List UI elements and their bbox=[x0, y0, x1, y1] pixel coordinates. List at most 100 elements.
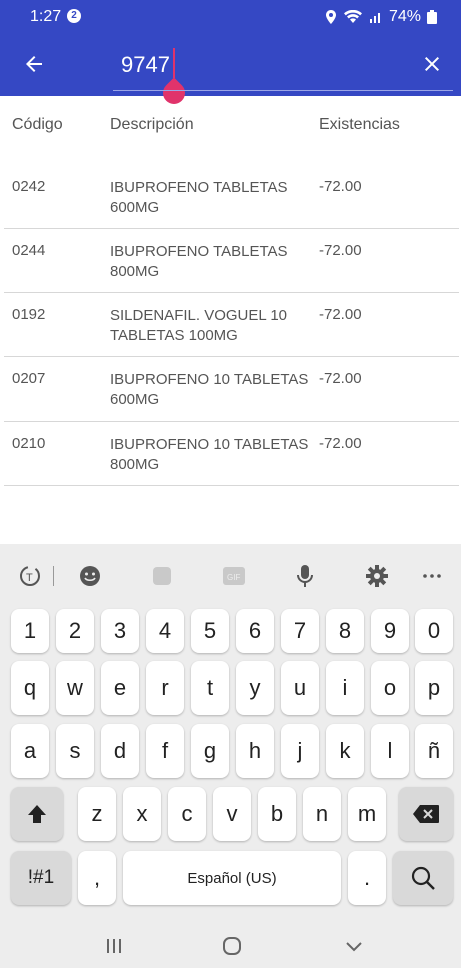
clear-search-button[interactable] bbox=[418, 50, 446, 78]
system-nav-bar bbox=[0, 924, 461, 968]
row-description: SILDENAFIL. VOGUEL 10 TABLETAS 100MG bbox=[110, 307, 288, 344]
comma-key[interactable]: , bbox=[78, 851, 116, 905]
key-f[interactable]: f bbox=[146, 724, 184, 778]
translate-icon[interactable]: T bbox=[16, 562, 44, 590]
text-cursor bbox=[173, 48, 175, 78]
row-description: IBUPROFENO TABLETAS 600MG bbox=[110, 179, 288, 216]
header-description: Descripción bbox=[110, 116, 194, 133]
back-button[interactable] bbox=[20, 50, 48, 78]
key-2[interactable]: 2 bbox=[56, 609, 94, 653]
key-1[interactable]: 1 bbox=[11, 609, 49, 653]
key-p[interactable]: p bbox=[415, 661, 453, 715]
shift-key[interactable] bbox=[11, 787, 63, 841]
key-m[interactable]: m bbox=[348, 787, 386, 841]
key-l[interactable]: l bbox=[371, 724, 409, 778]
close-icon bbox=[425, 57, 439, 71]
battery-icon bbox=[427, 10, 437, 24]
row-description: IBUPROFENO 10 TABLETAS 800MG bbox=[110, 436, 309, 473]
row-description: IBUPROFENO TABLETAS 800MG bbox=[110, 243, 288, 280]
table-row[interactable]: 0244 IBUPROFENO TABLETAS 800MG -72.00 bbox=[4, 228, 459, 293]
microphone-icon[interactable] bbox=[291, 562, 319, 590]
row-code: 0210 bbox=[12, 435, 46, 452]
svg-text:GIF: GIF bbox=[227, 573, 240, 582]
keyboard-toolbar: T GIF bbox=[0, 544, 461, 608]
search-app-bar bbox=[0, 34, 461, 109]
table-header: Código Descripción Existencias bbox=[0, 96, 461, 156]
key-v[interactable]: v bbox=[213, 787, 251, 841]
key-i[interactable]: i bbox=[326, 661, 364, 715]
key-5[interactable]: 5 bbox=[191, 609, 229, 653]
key-3[interactable]: 3 bbox=[101, 609, 139, 653]
key-n[interactable]: n bbox=[303, 787, 341, 841]
key-7[interactable]: 7 bbox=[281, 609, 319, 653]
key-d[interactable]: d bbox=[101, 724, 139, 778]
key-y[interactable]: y bbox=[236, 661, 274, 715]
header-code: Código bbox=[12, 116, 63, 133]
table-row[interactable]: 0192 SILDENAFIL. VOGUEL 10 TABLETAS 100M… bbox=[4, 292, 459, 357]
key-g[interactable]: g bbox=[191, 724, 229, 778]
home-icon[interactable] bbox=[218, 932, 246, 960]
table-row[interactable]: 0207 IBUPROFENO 10 TABLETAS 600MG -72.00 bbox=[4, 356, 459, 422]
key-o[interactable]: o bbox=[371, 661, 409, 715]
key-e[interactable]: e bbox=[101, 661, 139, 715]
row-stock: -72.00 bbox=[319, 435, 362, 452]
row-stock: -72.00 bbox=[319, 178, 362, 195]
recent-apps-icon[interactable] bbox=[100, 932, 128, 960]
wifi-icon bbox=[343, 10, 362, 23]
key-t[interactable]: t bbox=[191, 661, 229, 715]
key-q[interactable]: q bbox=[11, 661, 49, 715]
key-z[interactable]: z bbox=[78, 787, 116, 841]
sticker-icon[interactable] bbox=[148, 562, 176, 590]
gif-icon[interactable]: GIF bbox=[220, 562, 248, 590]
key-0[interactable]: 0 bbox=[415, 609, 453, 653]
search-input[interactable] bbox=[113, 50, 461, 80]
key-h[interactable]: h bbox=[236, 724, 274, 778]
key-u[interactable]: u bbox=[281, 661, 319, 715]
status-time: 1:27 bbox=[30, 8, 62, 25]
key-c[interactable]: c bbox=[168, 787, 206, 841]
key-4[interactable]: 4 bbox=[146, 609, 184, 653]
row-stock: -72.00 bbox=[319, 370, 362, 387]
table-row[interactable]: 0242 IBUPROFENO TABLETAS 600MG -72.00 bbox=[4, 162, 459, 229]
key-8[interactable]: 8 bbox=[326, 609, 364, 653]
status-bar: 1:27 2 74% bbox=[0, 0, 461, 34]
status-icons: 74% bbox=[325, 8, 437, 26]
backspace-icon bbox=[413, 805, 439, 823]
search-icon bbox=[411, 866, 435, 890]
key-w[interactable]: w bbox=[56, 661, 94, 715]
arrow-left-icon bbox=[26, 56, 42, 72]
row-code: 0207 bbox=[12, 370, 46, 387]
svg-text:T: T bbox=[26, 572, 33, 584]
key-s[interactable]: s bbox=[56, 724, 94, 778]
space-key[interactable]: Español (US) bbox=[123, 851, 341, 905]
search-key[interactable] bbox=[393, 851, 453, 905]
key-9[interactable]: 9 bbox=[371, 609, 409, 653]
backspace-key[interactable] bbox=[399, 787, 453, 841]
key-r[interactable]: r bbox=[146, 661, 184, 715]
key-b[interactable]: b bbox=[258, 787, 296, 841]
soft-keyboard: T GIF 1 2 3 4 5 6 7 8 9 0 q w e r t y u … bbox=[0, 544, 461, 968]
header-stock: Existencias bbox=[319, 116, 400, 133]
search-underline bbox=[113, 90, 453, 91]
key-x[interactable]: x bbox=[123, 787, 161, 841]
battery-percent: 74% bbox=[388, 8, 421, 25]
symbols-key[interactable]: !#1 bbox=[11, 851, 71, 905]
key-k[interactable]: k bbox=[326, 724, 364, 778]
more-options-icon[interactable] bbox=[418, 562, 446, 590]
row-code: 0244 bbox=[12, 242, 46, 259]
table-row[interactable]: 0210 IBUPROFENO 10 TABLETAS 800MG -72.00 bbox=[4, 421, 459, 486]
key-a[interactable]: a bbox=[11, 724, 49, 778]
emoji-icon[interactable] bbox=[76, 562, 104, 590]
row-code: 0242 bbox=[12, 178, 46, 195]
row-stock: -72.00 bbox=[319, 242, 362, 259]
chevron-down-icon[interactable] bbox=[340, 932, 368, 960]
settings-gear-icon[interactable] bbox=[363, 562, 391, 590]
toolbar-divider bbox=[53, 566, 54, 586]
row-code: 0192 bbox=[12, 306, 46, 323]
key-j[interactable]: j bbox=[281, 724, 319, 778]
period-key[interactable]: . bbox=[348, 851, 386, 905]
row-stock: -72.00 bbox=[319, 306, 362, 323]
shift-arrow-icon bbox=[28, 805, 46, 823]
key-n-tilde[interactable]: ñ bbox=[415, 724, 453, 778]
key-6[interactable]: 6 bbox=[236, 609, 274, 653]
